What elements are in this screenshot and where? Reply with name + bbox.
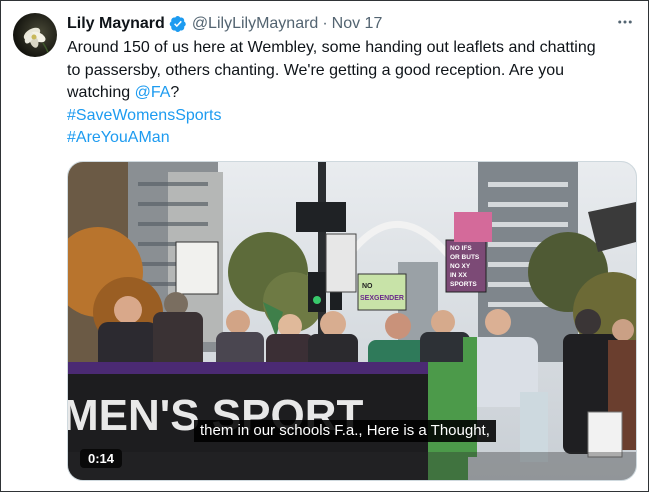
sign-text: NO	[362, 283, 373, 290]
tweet-header: Lily Maynard @LilyLilyMaynard · Nov 17	[67, 13, 382, 35]
tweet-text-line: watching @FA?	[67, 82, 637, 105]
sign-text: OR BUTS	[450, 254, 480, 261]
user-handle[interactable]: @LilyLilyMaynard	[192, 15, 319, 33]
tweet-text-fragment: ?	[170, 84, 180, 101]
tweet-date[interactable]: Nov 17	[332, 15, 383, 33]
sign-text: SPORTS	[450, 281, 477, 288]
display-name[interactable]: Lily Maynard	[67, 15, 165, 33]
separator-dot: ·	[322, 15, 328, 32]
tweet-text-line: to passersby, others chanting. We're get…	[67, 61, 564, 79]
tweet-card[interactable]: Lily Maynard @LilyLilyMaynard · Nov 17 A…	[0, 0, 649, 492]
video-caption: them in our schools F.a., Here is a Thou…	[194, 420, 496, 442]
flower-avatar-icon	[23, 27, 50, 56]
avatar[interactable]	[13, 13, 57, 57]
tweet-text-line: Around 150 of us here at Wembley, some h…	[67, 39, 596, 56]
sign-text: NO XY	[450, 263, 471, 270]
sign-text: SEXGENDER	[360, 295, 404, 302]
sign-text: IN XX	[450, 272, 468, 279]
hashtag-link[interactable]: #AreYouAMan	[67, 129, 170, 146]
more-options-button[interactable]	[614, 11, 636, 33]
verified-badge-icon	[169, 15, 187, 33]
more-options-icon	[618, 20, 632, 24]
sign-text: NO IFS	[450, 245, 472, 252]
video-timestamp: 0:14	[80, 449, 123, 468]
tweet-text-fragment: watching	[67, 84, 135, 101]
mention-link[interactable]: @FA	[135, 84, 171, 101]
video-player[interactable]: NO SEXGENDER NO IFS OR BUTS NO XY IN XX …	[67, 161, 637, 481]
tweet-text: Around 150 of us here at Wembley, some h…	[67, 37, 637, 150]
hashtag-link[interactable]: #SaveWomensSports	[67, 107, 221, 124]
